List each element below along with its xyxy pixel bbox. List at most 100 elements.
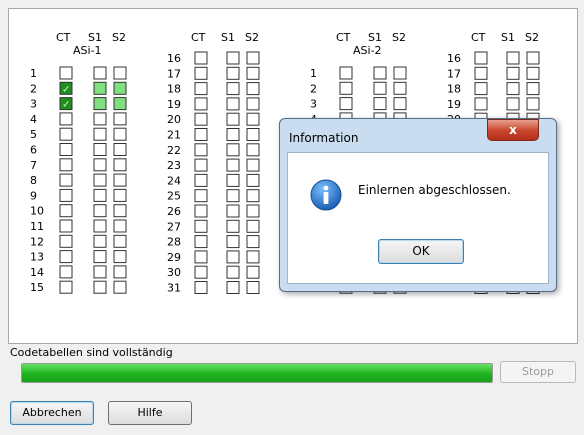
s2-checkbox[interactable] — [526, 51, 540, 65]
s2-checkbox[interactable] — [246, 128, 260, 141]
s2-checkbox[interactable] — [246, 235, 260, 249]
s1-checkbox[interactable] — [226, 189, 240, 203]
s2-checkbox[interactable] — [113, 97, 127, 111]
ct-checkbox[interactable] — [194, 173, 208, 187]
ct-checkbox[interactable] — [194, 204, 208, 218]
s2-checkbox[interactable] — [246, 97, 260, 111]
ct-checkbox[interactable] — [339, 81, 353, 95]
s2-checkbox[interactable] — [526, 66, 540, 80]
ct-checkbox[interactable] — [339, 66, 353, 80]
ct-checkbox[interactable] — [194, 219, 208, 233]
ct-checkbox[interactable] — [59, 219, 73, 233]
ct-checkbox[interactable] — [194, 112, 208, 126]
s1-checkbox[interactable] — [93, 280, 107, 294]
s2-checkbox[interactable] — [113, 143, 127, 156]
s2-checkbox[interactable] — [393, 81, 407, 95]
s1-checkbox[interactable] — [226, 204, 240, 218]
s2-checkbox[interactable] — [246, 173, 260, 187]
s1-checkbox[interactable] — [93, 219, 107, 233]
s2-checkbox[interactable] — [113, 250, 127, 264]
s2-checkbox[interactable] — [113, 81, 127, 95]
s2-checkbox[interactable] — [113, 66, 127, 80]
s2-checkbox[interactable] — [246, 82, 260, 96]
s1-checkbox[interactable] — [226, 143, 240, 157]
s2-checkbox[interactable] — [246, 265, 260, 279]
s2-checkbox[interactable] — [246, 143, 260, 157]
s1-checkbox[interactable] — [226, 219, 240, 233]
ct-checkbox[interactable] — [474, 66, 488, 80]
stop-button[interactable]: Stopp — [500, 361, 576, 383]
s2-checkbox[interactable] — [113, 204, 127, 218]
ct-checkbox[interactable] — [59, 112, 73, 126]
s2-checkbox[interactable] — [246, 219, 260, 233]
ct-checkbox[interactable] — [194, 235, 208, 249]
ct-checkbox[interactable] — [59, 188, 73, 202]
ct-checkbox[interactable] — [194, 66, 208, 80]
s1-checkbox[interactable] — [226, 128, 240, 141]
s1-checkbox[interactable] — [93, 158, 107, 172]
s1-checkbox[interactable] — [93, 234, 107, 248]
s1-checkbox[interactable] — [373, 81, 387, 95]
ct-checkbox[interactable] — [194, 265, 208, 279]
s1-checkbox[interactable] — [93, 173, 107, 187]
s1-checkbox[interactable] — [93, 250, 107, 264]
s1-checkbox[interactable] — [226, 66, 240, 80]
ct-checkbox[interactable] — [59, 250, 73, 264]
s1-checkbox[interactable] — [506, 51, 520, 65]
ct-checkbox[interactable] — [339, 97, 353, 111]
s1-checkbox[interactable] — [93, 112, 107, 126]
s1-checkbox[interactable] — [373, 97, 387, 111]
s1-checkbox[interactable] — [93, 81, 107, 95]
s2-checkbox[interactable] — [113, 112, 127, 126]
s1-checkbox[interactable] — [373, 66, 387, 80]
s1-checkbox[interactable] — [226, 265, 240, 279]
s1-checkbox[interactable] — [226, 173, 240, 187]
close-button[interactable]: x — [487, 119, 539, 141]
ct-checkbox[interactable] — [194, 158, 208, 172]
ct-checkbox[interactable] — [59, 158, 73, 172]
s2-checkbox[interactable] — [113, 280, 127, 294]
s1-checkbox[interactable] — [93, 265, 107, 279]
s1-checkbox[interactable] — [93, 127, 107, 141]
s2-checkbox[interactable] — [393, 66, 407, 80]
s1-checkbox[interactable] — [226, 250, 240, 264]
ct-checkbox[interactable] — [194, 128, 208, 141]
s2-checkbox[interactable] — [246, 281, 260, 294]
cancel-button[interactable]: Abbrechen — [10, 401, 94, 425]
s1-checkbox[interactable] — [93, 204, 107, 218]
s1-checkbox[interactable] — [506, 66, 520, 80]
ct-checkbox[interactable] — [194, 82, 208, 96]
s1-checkbox[interactable] — [93, 188, 107, 202]
ct-checkbox[interactable] — [194, 97, 208, 111]
s1-checkbox[interactable] — [226, 112, 240, 126]
s1-checkbox[interactable] — [226, 97, 240, 111]
s1-checkbox[interactable] — [226, 235, 240, 249]
ct-checkbox[interactable] — [474, 51, 488, 65]
ct-checkbox[interactable] — [194, 281, 208, 294]
s2-checkbox[interactable] — [113, 173, 127, 187]
ct-checkbox[interactable] — [59, 280, 73, 294]
s2-checkbox[interactable] — [113, 219, 127, 233]
s2-checkbox[interactable] — [246, 158, 260, 172]
s2-checkbox[interactable] — [246, 204, 260, 218]
help-button[interactable]: Hilfe — [108, 401, 192, 425]
s2-checkbox[interactable] — [113, 188, 127, 202]
ct-checkbox[interactable] — [194, 143, 208, 157]
ct-checkbox[interactable] — [474, 97, 488, 111]
ct-checkbox[interactable] — [59, 234, 73, 248]
ct-checkbox[interactable] — [474, 82, 488, 96]
ct-checkbox[interactable] — [59, 265, 73, 279]
s2-checkbox[interactable] — [113, 127, 127, 141]
ct-checkbox[interactable] — [59, 204, 73, 218]
ct-checkbox[interactable] — [194, 250, 208, 264]
s2-checkbox[interactable] — [113, 265, 127, 279]
ct-checkbox[interactable] — [59, 66, 73, 80]
s2-checkbox[interactable] — [113, 234, 127, 248]
s2-checkbox[interactable] — [246, 66, 260, 80]
ok-button[interactable]: OK — [378, 239, 464, 264]
s1-checkbox[interactable] — [226, 51, 240, 65]
ct-checkbox[interactable] — [59, 143, 73, 156]
s2-checkbox[interactable] — [246, 250, 260, 264]
s1-checkbox[interactable] — [93, 66, 107, 80]
s1-checkbox[interactable] — [226, 281, 240, 294]
